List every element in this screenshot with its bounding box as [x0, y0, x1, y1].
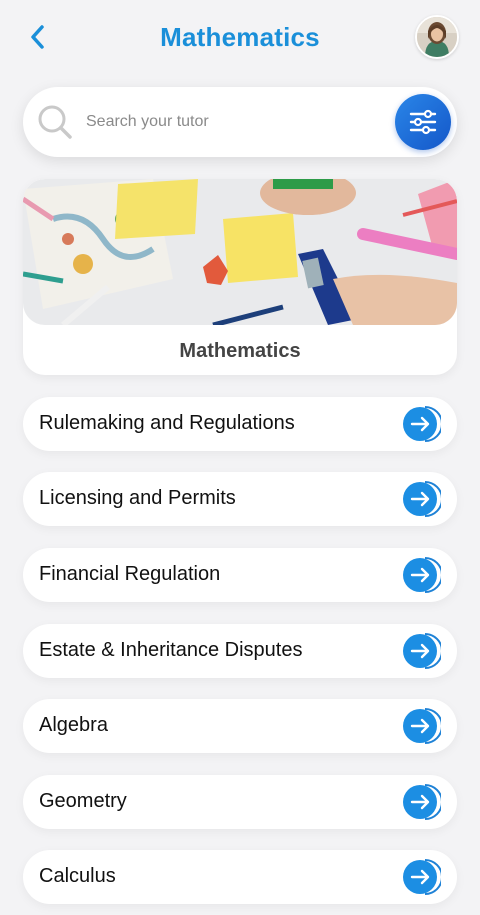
search-icon [38, 105, 72, 139]
user-avatar-icon [417, 17, 457, 57]
arrow-right-icon[interactable] [403, 707, 441, 745]
list-item-label: Geometry [39, 790, 127, 812]
subject-title: Mathematics [179, 340, 301, 362]
page-title: Mathematics [160, 22, 320, 52]
list-item[interactable]: Calculus [23, 850, 457, 904]
list-item-label: Estate & Inheritance Disputes [39, 639, 303, 661]
list-item[interactable]: Licensing and Permits [23, 472, 457, 526]
sliders-icon [409, 109, 437, 135]
list-item[interactable]: Financial Regulation [23, 548, 457, 602]
arrow-right-icon[interactable] [403, 480, 441, 518]
arrow-right-icon[interactable] [403, 632, 441, 670]
math-desk-photo-icon [23, 179, 457, 325]
list-item-label: Algebra [39, 714, 108, 736]
list-item-label: Financial Regulation [39, 563, 221, 585]
arrow-right-icon[interactable] [403, 858, 441, 896]
arrow-right-icon[interactable] [403, 556, 441, 594]
arrow-right-icon[interactable] [403, 783, 441, 821]
search-input[interactable] [86, 106, 386, 138]
arrow-right-icon[interactable] [403, 405, 441, 443]
list-item[interactable]: Estate & Inheritance Disputes [23, 624, 457, 678]
list-item[interactable]: Rulemaking and Regulations [23, 397, 457, 451]
list-item-label: Rulemaking and Regulations [39, 412, 295, 434]
subject-card[interactable]: Mathematics [23, 179, 457, 375]
avatar[interactable] [415, 15, 459, 59]
filter-button[interactable] [395, 94, 451, 150]
list-item-label: Licensing and Permits [39, 487, 236, 509]
top-bar: Mathematics [0, 0, 480, 78]
list-item-label: Calculus [39, 865, 116, 887]
hero-image [23, 179, 457, 325]
list-item[interactable]: Geometry [23, 775, 457, 829]
list-item[interactable]: Algebra [23, 699, 457, 753]
